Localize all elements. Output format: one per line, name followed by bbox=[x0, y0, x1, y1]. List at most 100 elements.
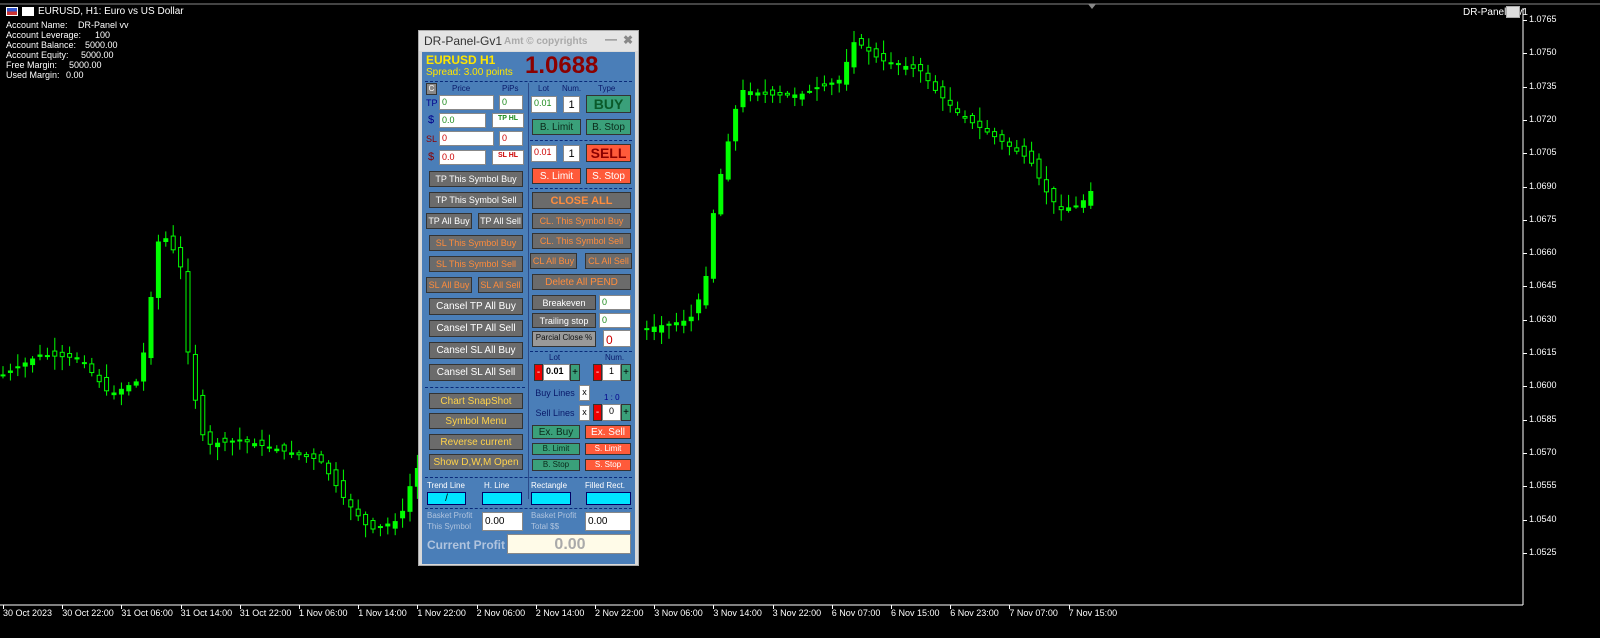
sell-lines-close-icon[interactable]: x bbox=[579, 405, 590, 421]
trailing-stop-button[interactable]: Trailing stop bbox=[532, 313, 596, 328]
ex-buy-button[interactable]: Ex. Buy bbox=[532, 425, 580, 439]
minimize-icon[interactable]: — bbox=[605, 32, 617, 46]
lot-minus-button[interactable]: - bbox=[534, 364, 543, 381]
candle-body bbox=[333, 469, 339, 487]
tp-hl-button[interactable]: TP HL bbox=[492, 113, 524, 128]
breakeven-input[interactable]: 0 bbox=[599, 295, 631, 310]
time-tick-label: 7 Nov 15:00 bbox=[1068, 608, 1118, 618]
separator bbox=[425, 81, 632, 82]
chart-type-icon bbox=[22, 7, 34, 16]
tp-this-symbol-sell-button[interactable]: TP This Symbol Sell bbox=[429, 192, 523, 208]
separator bbox=[425, 508, 632, 509]
candle-body bbox=[89, 363, 95, 374]
trailing-stop-input[interactable]: 0 bbox=[599, 313, 631, 328]
price-tick-label: 1.0765 bbox=[1529, 14, 1557, 24]
clear-button[interactable]: C bbox=[426, 83, 437, 95]
sl-money-input[interactable]: 0.0 bbox=[439, 150, 486, 165]
shift-marker-icon[interactable] bbox=[1088, 4, 1096, 9]
show-dwm-open-button[interactable]: Show D,W,M Open bbox=[429, 454, 523, 470]
chart-snapshot-button[interactable]: Chart SnapShot bbox=[429, 393, 523, 409]
sl-pips-input[interactable]: 0 bbox=[499, 131, 523, 146]
candle-body bbox=[141, 352, 147, 382]
price-chart[interactable] bbox=[0, 0, 1600, 638]
time-tick-label: 6 Nov 07:00 bbox=[831, 608, 881, 618]
ex-sell-button[interactable]: Ex. Sell bbox=[585, 425, 631, 439]
filled-rect-button[interactable] bbox=[586, 492, 631, 505]
candle-body bbox=[266, 446, 272, 449]
candle-body bbox=[385, 523, 391, 527]
buy-limit-button[interactable]: B. Limit bbox=[532, 119, 581, 135]
h-line-button[interactable] bbox=[482, 492, 522, 505]
buy-lot-input[interactable]: 0.01 bbox=[531, 96, 557, 113]
reverse-current-button[interactable]: Reverse current bbox=[429, 434, 523, 450]
buy-stop-button[interactable]: B. Stop bbox=[586, 119, 631, 135]
ex-sell-limit-button[interactable]: S. Limit bbox=[585, 443, 631, 455]
breakeven-button[interactable]: Breakeven bbox=[532, 295, 596, 310]
ratio-minus-button[interactable]: - bbox=[593, 404, 602, 421]
delete-all-pending-button[interactable]: Delete All PEND bbox=[532, 274, 631, 290]
sell-num-input[interactable]: 1 bbox=[563, 145, 580, 162]
close-all-sell-button[interactable]: CL All Sell bbox=[585, 253, 632, 269]
ex-buy-stop-button[interactable]: B. Stop bbox=[532, 459, 580, 471]
cancel-sl-all-buy-button[interactable]: Cansel SL All Buy bbox=[429, 342, 523, 359]
ratio-plus-button[interactable]: + bbox=[621, 404, 631, 421]
tp-this-symbol-buy-button[interactable]: TP This Symbol Buy bbox=[429, 171, 523, 187]
tp-money-label: $ bbox=[428, 114, 435, 126]
sell-limit-button[interactable]: S. Limit bbox=[532, 168, 581, 184]
close-all-button[interactable]: CLOSE ALL bbox=[532, 192, 631, 209]
close-icon[interactable]: ✖ bbox=[623, 33, 633, 47]
sl-hl-button[interactable]: SL HL bbox=[492, 150, 524, 165]
panel-titlebar[interactable]: DR-Panel-Gv1 Amt © copyrights — ✖ bbox=[419, 31, 638, 51]
lot-input[interactable]: 0.01 bbox=[543, 364, 570, 381]
ex-buy-limit-button[interactable]: B. Limit bbox=[532, 443, 580, 455]
partial-close-input[interactable]: 0 bbox=[603, 330, 631, 347]
num-plus-button[interactable]: + bbox=[621, 364, 631, 381]
sl-all-buy-button[interactable]: SL All Buy bbox=[426, 277, 472, 293]
symbol-menu-button[interactable]: Symbol Menu bbox=[429, 413, 523, 429]
price-tick bbox=[1523, 552, 1527, 554]
ratio-input[interactable]: 0 bbox=[602, 404, 621, 421]
sell-lot-input[interactable]: 0.01 bbox=[531, 145, 557, 162]
cancel-tp-all-sell-button[interactable]: Cansel TP All Sell bbox=[429, 320, 523, 337]
price-tick-label: 1.0735 bbox=[1529, 80, 1557, 91]
rectangle-button[interactable] bbox=[531, 492, 571, 505]
tp-all-buy-button[interactable]: TP All Buy bbox=[426, 213, 472, 229]
buy-lines-close-icon[interactable]: x bbox=[579, 385, 590, 401]
cancel-sl-all-sell-button[interactable]: Cansel SL All Sell bbox=[429, 364, 523, 381]
candle-body bbox=[377, 526, 383, 529]
candle-body bbox=[178, 247, 184, 268]
graduation-cap-icon[interactable] bbox=[1506, 6, 1520, 18]
price-tick-label: 1.0705 bbox=[1529, 147, 1557, 158]
close-this-symbol-sell-button[interactable]: CL. This Symbol Sell bbox=[532, 233, 631, 249]
sl-all-sell-button[interactable]: SL All Sell bbox=[478, 277, 523, 293]
separator bbox=[530, 140, 632, 141]
sell-stop-button[interactable]: S. Stop bbox=[586, 168, 631, 184]
tp-money-input[interactable]: 0.0 bbox=[439, 113, 486, 128]
cancel-tp-all-buy-button[interactable]: Cansel TP All Buy bbox=[429, 298, 523, 315]
candle-body bbox=[252, 443, 258, 447]
close-all-buy-button[interactable]: CL All Buy bbox=[530, 253, 577, 269]
sell-lines-button[interactable]: Sell Lines bbox=[532, 405, 578, 421]
partial-close-button[interactable]: Parcial Close % bbox=[532, 331, 596, 347]
candle-body bbox=[762, 91, 768, 95]
close-this-symbol-buy-button[interactable]: CL. This Symbol Buy bbox=[532, 213, 631, 229]
tp-all-sell-button[interactable]: TP All Sell bbox=[478, 213, 523, 229]
trend-line-button[interactable]: / bbox=[427, 492, 466, 505]
candle-body bbox=[718, 173, 724, 215]
num-input[interactable]: 1 bbox=[602, 364, 621, 381]
sl-this-symbol-sell-button[interactable]: SL This Symbol Sell bbox=[429, 256, 523, 272]
buy-button[interactable]: BUY bbox=[586, 95, 631, 113]
sell-button[interactable]: SELL bbox=[586, 144, 631, 162]
sl-this-symbol-buy-button[interactable]: SL This Symbol Buy bbox=[429, 235, 523, 251]
candle-body bbox=[37, 354, 43, 357]
lot-plus-button[interactable]: + bbox=[570, 364, 580, 381]
candle-body bbox=[999, 134, 1005, 142]
tp-price-input[interactable]: 0 bbox=[439, 95, 494, 110]
buy-lines-button[interactable]: Buy Lines bbox=[532, 385, 578, 401]
time-tick-label: 30 Oct 22:00 bbox=[62, 608, 114, 618]
tp-pips-input[interactable]: 0 bbox=[499, 95, 523, 110]
ex-sell-stop-button[interactable]: S. Stop bbox=[585, 459, 631, 471]
sl-price-input[interactable]: 0 bbox=[439, 131, 494, 146]
num-minus-button[interactable]: - bbox=[593, 364, 602, 381]
buy-num-input[interactable]: 1 bbox=[563, 96, 580, 113]
